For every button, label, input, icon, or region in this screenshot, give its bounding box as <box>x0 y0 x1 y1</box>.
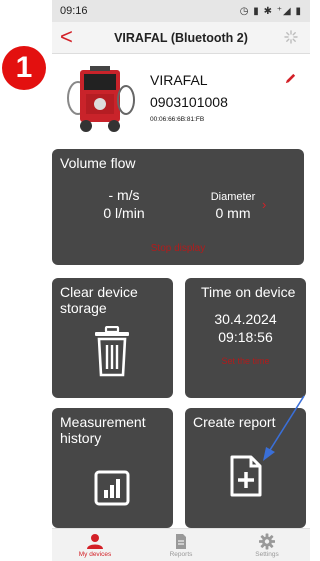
measurement-history-card[interactable]: Measurement history <box>52 408 173 528</box>
gear-icon <box>259 533 275 549</box>
nav-label-settings: Settings <box>255 550 279 558</box>
nav-label-my-devices: My devices <box>78 550 112 558</box>
person-icon <box>87 533 103 549</box>
flow-value: 0 l/min <box>103 205 145 221</box>
edit-pencil-icon[interactable] <box>284 72 297 85</box>
nav-my-devices[interactable]: My devices <box>55 533 135 558</box>
device-mac-address: 00:06:66:6B:81:FB <box>150 116 205 123</box>
set-time-link[interactable]: Set the time <box>185 356 306 366</box>
bottom-navigation: My devices Reports Settings <box>52 528 310 561</box>
device-time: 09:18:56 <box>218 329 273 345</box>
page-title: VIRAFAL (Bluetooth 2) <box>114 30 248 45</box>
create-report-card[interactable]: Create report <box>185 408 306 528</box>
back-arrow-icon[interactable]: < <box>60 26 73 48</box>
add-document-icon <box>230 455 262 497</box>
nav-settings[interactable]: Settings <box>227 533 307 558</box>
loading-spinner-icon <box>284 30 298 44</box>
clear-storage-card[interactable]: Clear device storage <box>52 278 173 398</box>
bar-chart-icon <box>94 470 130 506</box>
status-icons: ◷ ▮ ✱ ⁺◢ ▮ <box>239 5 302 17</box>
device-image <box>67 66 135 132</box>
chevron-right-icon[interactable]: › <box>262 197 266 212</box>
document-icon <box>176 533 186 549</box>
phone-screen: 09:16 ◷ ▮ ✱ ⁺◢ ▮ < VIRAFAL (Bluetooth 2) <box>52 0 310 561</box>
nav-label-reports: Reports <box>169 550 193 558</box>
time-on-device-card[interactable]: Time on device 30.4.2024 09:18:56 Set th… <box>185 278 306 398</box>
step-number-badge: 1 <box>2 46 46 90</box>
device-serial: 0903101008 <box>150 94 228 110</box>
volume-flow-card[interactable]: Volume flow - m/s 0 l/min Diameter 0 mm … <box>52 149 304 265</box>
stop-display-link[interactable]: Stop display <box>52 243 304 254</box>
time-on-device-title: Time on device <box>201 284 296 300</box>
measurement-history-title: Measurement history <box>60 414 146 446</box>
diameter-label: Diameter <box>210 191 256 203</box>
trash-icon <box>95 326 129 377</box>
status-bar: 09:16 ◷ ▮ ✱ ⁺◢ ▮ <box>52 0 310 22</box>
create-report-title: Create report <box>193 414 276 430</box>
velocity-value: - m/s <box>108 187 140 203</box>
diameter-value: 0 mm <box>215 205 251 221</box>
clear-storage-title: Clear device storage <box>60 284 138 316</box>
device-name: VIRAFAL <box>150 72 208 88</box>
device-date: 30.4.2024 <box>214 311 277 327</box>
nav-reports[interactable]: Reports <box>141 533 221 558</box>
app-header: < VIRAFAL (Bluetooth 2) <box>52 22 310 54</box>
status-time: 09:16 <box>60 5 88 17</box>
volume-flow-title: Volume flow <box>60 155 136 171</box>
device-info: VIRAFAL 0903101008 00:06:66:6B:81:FB <box>52 58 310 138</box>
